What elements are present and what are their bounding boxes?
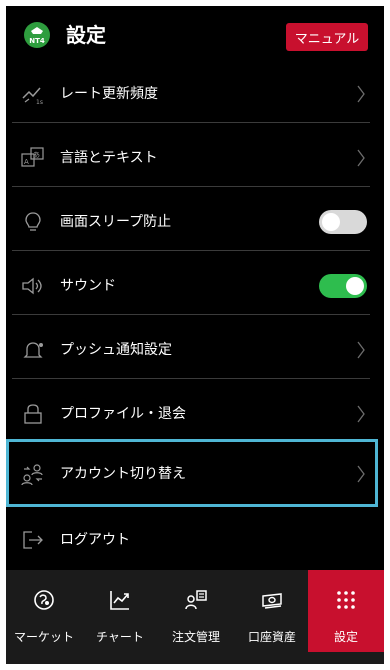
- toggle-knob: [346, 277, 364, 295]
- tab-chart[interactable]: チャート: [82, 570, 158, 652]
- settings-row-sleep-prevention: 画面スリープ防止: [6, 190, 384, 254]
- settings-row-label: 画面スリープ防止: [60, 214, 172, 230]
- market-icon: [32, 588, 56, 612]
- tab-label: チャート: [96, 630, 144, 644]
- svg-text:A: A: [24, 158, 29, 166]
- settings-row-profile[interactable]: プロファイル・退会: [6, 382, 384, 446]
- divider: [12, 314, 370, 315]
- tab-market[interactable]: マーケット: [6, 570, 82, 652]
- settings-row-label: 言語とテキスト: [60, 150, 158, 166]
- divider: [12, 250, 370, 251]
- settings-row-rate-update[interactable]: 1s レート更新頻度: [6, 62, 384, 126]
- page-title: 設定: [66, 23, 106, 47]
- rate-chart-icon: 1s: [20, 82, 46, 106]
- account-assets-icon: [260, 588, 284, 612]
- language-icon: A あ: [20, 146, 46, 170]
- tab-label: 口座資産: [247, 630, 296, 644]
- selection-highlight: [6, 439, 378, 507]
- toggle-knob: [322, 213, 340, 231]
- order-management-icon: [184, 588, 208, 612]
- bell-icon: [20, 338, 46, 362]
- chevron-right-icon: [356, 84, 366, 104]
- divider: [12, 122, 370, 123]
- lightbulb-icon: [20, 210, 46, 234]
- settings-row-label: レート更新頻度: [60, 86, 158, 102]
- speaker-icon: [20, 274, 46, 298]
- divider: [12, 186, 370, 187]
- settings-grid-icon: [334, 588, 358, 612]
- settings-row-label: サウンド: [60, 278, 116, 294]
- tab-order-management[interactable]: 注文管理: [158, 570, 234, 652]
- settings-row-push-notifications[interactable]: プッシュ通知設定: [6, 318, 384, 382]
- sound-toggle[interactable]: [319, 274, 367, 298]
- settings-row-sound: サウンド: [6, 254, 384, 318]
- divider: [12, 378, 370, 379]
- settings-row-label: ログアウト: [60, 532, 130, 548]
- app-logo: NT4: [24, 22, 50, 48]
- tab-label: マーケット: [13, 630, 74, 644]
- settings-row-label: プッシュ通知設定: [60, 342, 172, 358]
- svg-text:1s: 1s: [36, 99, 43, 106]
- chevron-right-icon: [356, 404, 366, 424]
- header: NT4 設定 マニュアル: [6, 6, 384, 62]
- sleep-prevention-toggle[interactable]: [319, 210, 367, 234]
- settings-row-label: プロファイル・退会: [60, 406, 186, 422]
- tab-label: 設定: [333, 630, 358, 644]
- manual-button[interactable]: マニュアル: [286, 23, 368, 51]
- settings-row-logout[interactable]: ログアウト: [6, 508, 384, 572]
- bottom-tab-bar: マーケット チャート 注文管理 口座資産 設定: [6, 570, 384, 664]
- lock-icon: [20, 402, 46, 426]
- settings-row-language[interactable]: A あ 言語とテキスト: [6, 126, 384, 190]
- logo-text: NT4: [29, 37, 45, 45]
- logout-icon: [20, 528, 46, 552]
- chart-icon: [108, 588, 132, 612]
- chevron-right-icon: [356, 148, 366, 168]
- svg-text:あ: あ: [33, 151, 40, 159]
- tab-label: 注文管理: [171, 630, 220, 644]
- tab-account-assets[interactable]: 口座資産: [234, 570, 310, 652]
- tab-settings[interactable]: 設定: [308, 570, 384, 652]
- settings-screen: NT4 設定 マニュアル 1s レート更新頻度 A あ 言語とテキスト 画面スリ…: [6, 6, 384, 664]
- chevron-right-icon: [356, 340, 366, 360]
